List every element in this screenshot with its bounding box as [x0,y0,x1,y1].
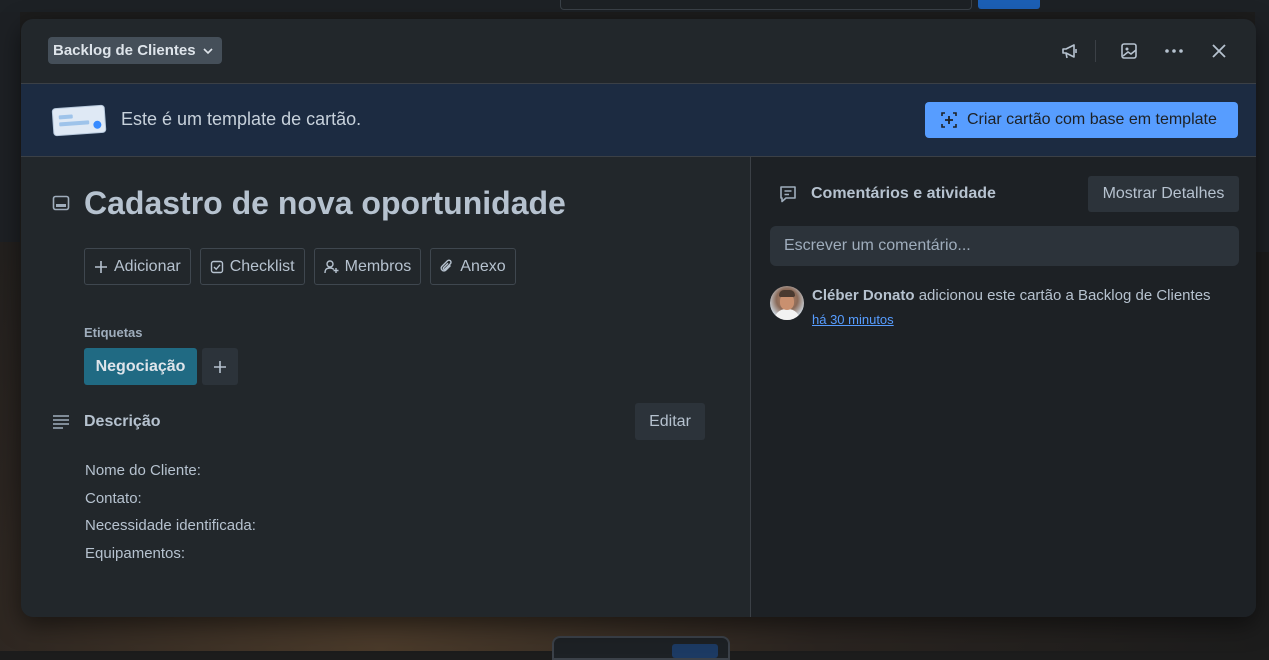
megaphone-button[interactable] [1055,37,1085,65]
plus-icon [214,360,226,373]
activity-heading: Comentários e atividade [811,185,996,202]
template-banner-text: Este é um template de cartão. [121,109,362,129]
checklist-button[interactable]: Checklist [199,248,305,285]
add-label-button[interactable] [202,348,238,385]
paperclip-icon [440,259,452,272]
card-title[interactable]: Cadastro de nova oportunidade [84,185,566,222]
description-line: Nome do Cliente: [85,462,201,479]
board-list-left [0,12,20,242]
plus-icon [95,260,107,273]
more-icon [1165,49,1183,53]
add-card-icon [941,112,957,128]
attachment-button[interactable]: Anexo [430,248,516,285]
image-icon [1121,43,1137,59]
board-header-background [0,0,1269,12]
board-search-field [560,0,972,10]
close-icon [1212,44,1226,58]
header-divider [1095,40,1096,62]
members-button-label: Membros [344,257,412,275]
chevron-down-icon [202,47,213,54]
activity-entry: Cléber Donato adicionou este cartão a Ba… [812,287,1211,304]
list-selector-label: Backlog de Clientes [53,42,196,59]
description-body[interactable]: Nome do Cliente: Contato: Necessidade id… [85,457,256,567]
edit-description-button[interactable]: Editar [635,403,705,440]
close-button[interactable] [1204,37,1234,65]
comment-input[interactable]: Escrever um comentário... [770,226,1239,266]
list-selector[interactable]: Backlog de Clientes [48,37,222,64]
add-member-icon [323,260,339,274]
members-button[interactable]: Membros [313,248,422,285]
labels-heading: Etiquetas [84,325,143,340]
add-button-label: Adicionar [114,257,181,275]
checklist-button-label: Checklist [229,257,295,275]
attachment-button-label: Anexo [460,257,506,275]
activity-description: adicionou este cartão a Backlog de Clien… [918,287,1211,304]
description-line: Contato: [85,489,142,507]
description-icon [53,415,69,429]
board-list-right [1255,12,1269,252]
avatar[interactable] [770,286,804,320]
create-from-template-label: Criar cartão com base em template [967,111,1217,128]
description-heading: Descrição [84,413,161,430]
comment-icon [780,186,796,203]
activity-pane: Comentários e atividade Mostrar Detalhes… [750,157,1256,617]
label-negociacao[interactable]: Negociação [84,348,197,385]
board-bottom-active [672,644,718,658]
template-card-icon [51,104,107,137]
board-create-button [978,0,1040,9]
activity-user[interactable]: Cléber Donato [812,287,915,304]
create-from-template-button[interactable]: Criar cartão com base em template [925,102,1238,138]
description-line: Equipamentos: [85,544,186,562]
checkbox-icon [210,260,223,273]
board-bottom-switcher [552,636,730,660]
description-line: Necessidade identificada: [85,517,256,534]
activity-timestamp[interactable]: há 30 minutos [812,312,894,327]
more-options-button[interactable] [1159,37,1189,65]
modal-header: Backlog de Clientes [21,19,1256,84]
cover-image-button[interactable] [1114,37,1144,65]
card-modal: Backlog de Clientes Este é um template d… [21,19,1256,617]
card-main-pane: Cadastro de nova oportunidade Adicionar … [21,157,750,617]
template-banner: Este é um template de cartão. Criar cart… [21,84,1256,157]
card-icon [52,195,70,211]
megaphone-icon [1062,44,1077,59]
card-actions: Adicionar Checklist Membros Anexo [84,248,516,285]
show-details-button[interactable]: Mostrar Detalhes [1088,176,1239,212]
add-button[interactable]: Adicionar [84,248,191,285]
